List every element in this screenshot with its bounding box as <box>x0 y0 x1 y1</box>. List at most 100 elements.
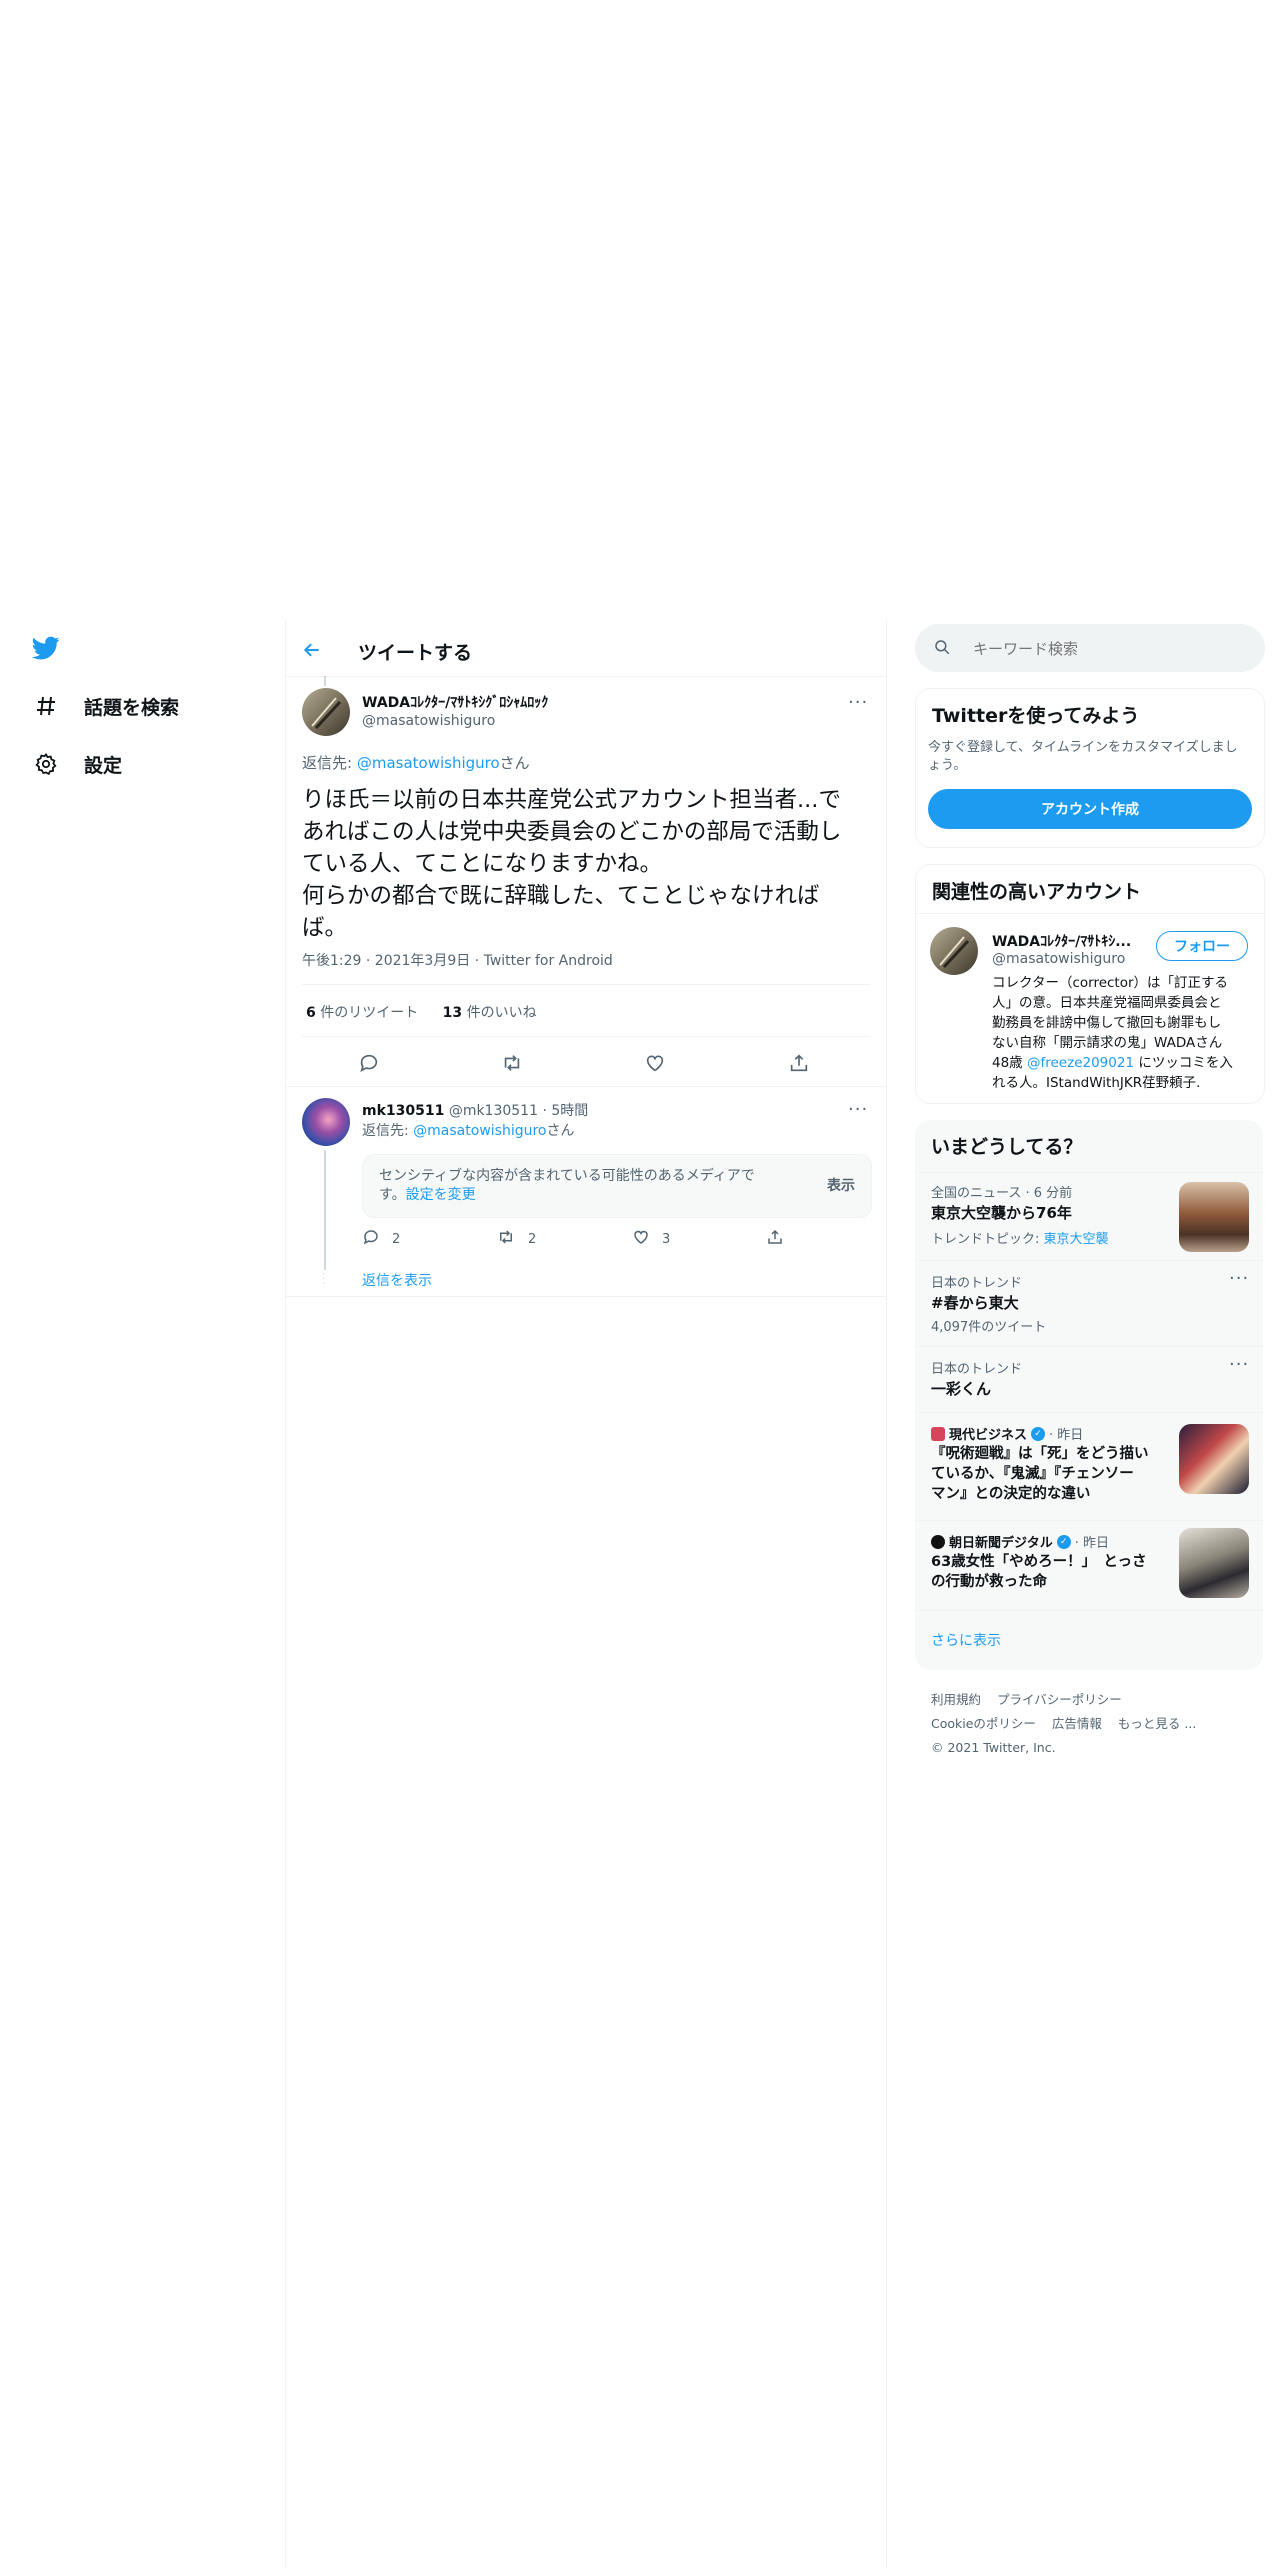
reply-count: 2 <box>392 1231 401 1247</box>
hashtag-icon <box>32 692 60 720</box>
retweet-action-button[interactable]: 2 <box>496 1228 536 1250</box>
divider <box>302 984 870 985</box>
tweet-timestamp[interactable]: 午後1:29 · 2021年3月9日 · Twitter for Android <box>302 950 613 970</box>
more-options-icon[interactable]: ··· <box>848 1101 868 1119</box>
relevant-account-name[interactable]: WADAｺﾚｸﾀｰ/ﾏｻﾄｷｼ... <box>992 931 1131 951</box>
news-source-line: 朝日新聞デジタル ✓ · 昨日 <box>931 1532 1109 1551</box>
news-item[interactable]: 現代ビジネス ✓ · 昨日 『呪術廻戦』は「死」をどう描い ているか、『鬼滅』『… <box>915 1412 1263 1520</box>
search-box <box>915 624 1265 674</box>
reply-handle[interactable]: @mk130511 <box>449 1103 538 1119</box>
verified-badge-icon: ✓ <box>1031 1426 1046 1441</box>
trend-item[interactable]: 日本のトレンド 一彩くん ··· <box>915 1346 1263 1412</box>
signup-description: 今すぐ登録して、タイムラインをカスタマイズしまし ょう。 <box>928 739 1254 775</box>
reply-to-link[interactable]: @masatowishiguro <box>357 754 500 772</box>
reply-to-link[interactable]: @masatowishiguro <box>413 1123 546 1139</box>
retweets-stat[interactable]: 6 件のリツイート <box>306 1005 418 1021</box>
reply-display-name[interactable]: mk130511 <box>362 1103 444 1119</box>
tweet-handle[interactable]: @masatowishiguro <box>362 713 495 729</box>
heart-icon <box>632 1228 650 1250</box>
avatar[interactable] <box>302 1098 350 1146</box>
twitter-logo-icon[interactable] <box>30 634 62 662</box>
nav-explore[interactable]: 話題を検索 <box>32 686 179 726</box>
footer-cookie-link[interactable]: Cookieのポリシー <box>931 1716 1036 1731</box>
back-arrow-icon[interactable] <box>302 640 330 664</box>
news-title: 『呪術廻戦』は「死」をどう描い ているか、『鬼滅』『チェンソー マン』との決定的… <box>931 1444 1167 1504</box>
like-action-icon[interactable] <box>644 1052 666 1078</box>
reply-icon <box>362 1228 380 1250</box>
reply-to-suffix: さん <box>546 1123 575 1139</box>
news-source: 朝日新聞デジタル <box>949 1536 1053 1551</box>
tweet-display-name[interactable]: WADAｺﾚｸﾀｰ/ﾏｻﾄｷｼｸﾞﾛｼｬﾑﾛｯｸ <box>362 692 548 712</box>
relevant-accounts-title: 関連性の高いアカウント <box>932 881 1142 903</box>
likes-stat[interactable]: 13 件のいいね <box>443 1005 537 1021</box>
bio-line: ない自称「開示請求の鬼」WADAさん <box>992 1035 1223 1051</box>
trend-item[interactable]: 全国のニュース · 6 分前 東京大空襲から76年 トレンドトピック: 東京大空… <box>915 1172 1263 1260</box>
retweet-action-icon[interactable] <box>500 1052 524 1078</box>
divider <box>302 1036 870 1037</box>
news-item[interactable]: 朝日新聞デジタル ✓ · 昨日 63歳女性「やめろー！」 とっさ の行動が救った… <box>915 1520 1263 1610</box>
news-title-line: の行動が救った命 <box>931 1574 1047 1590</box>
more-options-icon[interactable]: ··· <box>1229 1270 1249 1288</box>
footer-more-link[interactable]: もっと見る ... <box>1118 1716 1196 1731</box>
tweet-text-line: ている人、てことになりますかね。 <box>302 851 663 877</box>
likes-count: 13 <box>442 1005 463 1021</box>
trend-thumbnail <box>1179 1182 1249 1252</box>
signup-desc-line: 今すぐ登録して、タイムラインをカスタマイズしまし <box>928 740 1238 755</box>
relevant-account-handle[interactable]: @masatowishiguro <box>992 951 1125 967</box>
show-replies-link[interactable]: 返信を表示 <box>362 1270 432 1290</box>
share-action-icon[interactable] <box>788 1052 810 1078</box>
news-thumbnail <box>1179 1528 1249 1598</box>
show-media-button[interactable]: 表示 <box>827 1175 855 1195</box>
news-time: · 昨日 <box>1049 1428 1084 1443</box>
more-options-icon[interactable]: ··· <box>1229 1356 1249 1374</box>
news-title: 63歳女性「やめろー！」 とっさ の行動が救った命 <box>931 1552 1167 1592</box>
trend-subtopic-link[interactable]: 東京大空襲 <box>1044 1232 1109 1247</box>
news-title-line: ているか、『鬼滅』『チェンソー <box>931 1466 1134 1482</box>
signup-title: Twitterを使ってみよう <box>932 705 1140 727</box>
footer-ads-link[interactable]: 広告情報 <box>1052 1716 1102 1731</box>
nav-settings-label: 設定 <box>84 754 123 777</box>
divider <box>286 1086 886 1087</box>
reply-header: mk130511 @mk130511 · 5時間 <box>362 1100 588 1120</box>
show-more-link[interactable]: さらに表示 <box>931 1630 1001 1650</box>
relevant-accounts-card: 関連性の高いアカウント WADAｺﾚｸﾀｰ/ﾏｻﾄｷｼ... @masatowi… <box>915 864 1265 1104</box>
divider <box>286 1296 886 1297</box>
trend-title: 一彩くん <box>931 1380 992 1398</box>
footer: 利用規約 プライバシーポリシー Cookieのポリシー 広告情報 もっと見る .… <box>931 1688 1261 1760</box>
trend-title: #春から東大 <box>931 1294 1019 1312</box>
signup-desc-line: ょう。 <box>928 758 967 773</box>
avatar[interactable] <box>302 688 350 736</box>
create-account-button[interactable]: アカウント作成 <box>928 789 1252 829</box>
trend-title: 東京大空襲から76年 <box>931 1204 1072 1222</box>
bio-line-mixed: 48歳 @freeze209021 にツッコミを入 <box>992 1053 1254 1073</box>
bio-mention-link[interactable]: @freeze209021 <box>1027 1055 1134 1071</box>
thread-line <box>324 676 326 686</box>
source-logo-icon <box>931 1426 945 1441</box>
avatar[interactable] <box>930 927 978 975</box>
reply-to-suffix: さん <box>499 754 530 772</box>
search-input[interactable] <box>971 624 1245 674</box>
nav-settings[interactable]: 設定 <box>32 744 122 784</box>
like-action-button[interactable]: 3 <box>632 1228 670 1250</box>
more-options-icon[interactable]: ··· <box>848 694 868 712</box>
trend-context: 全国のニュース · 6 分前 <box>931 1186 1073 1201</box>
change-settings-link[interactable]: 設定を変更 <box>406 1187 476 1203</box>
footer-privacy-link[interactable]: プライバシーポリシー <box>997 1692 1122 1707</box>
thread-line <box>324 1150 326 1270</box>
reply-action-button[interactable]: 2 <box>362 1228 400 1250</box>
follow-button[interactable]: フォロー <box>1156 931 1248 961</box>
trend-item[interactable]: 日本のトレンド #春から東大 4,097件のツイート ··· <box>915 1260 1263 1346</box>
gear-icon <box>32 750 60 778</box>
verified-badge-icon: ✓ <box>1056 1534 1071 1549</box>
reply-action-icon[interactable] <box>358 1052 380 1078</box>
bio-line: れる人。IStandWithJKR荏野頼子. <box>992 1075 1201 1091</box>
footer-copyright: © 2021 Twitter, Inc. <box>931 1740 1056 1755</box>
reply-to-line: 返信先: @masatowishiguroさん <box>362 1120 575 1140</box>
like-count: 3 <box>662 1231 671 1247</box>
news-source: 現代ビジネス <box>949 1428 1028 1443</box>
trend-context: 日本のトレンド <box>931 1276 1023 1291</box>
share-icon[interactable] <box>766 1228 784 1250</box>
footer-terms-link[interactable]: 利用規約 <box>931 1692 981 1707</box>
reply-time[interactable]: · 5時間 <box>542 1103 588 1119</box>
tweet-text-line: りほ氏＝以前の日本共産党公式アカウント担当者...で <box>302 787 841 813</box>
